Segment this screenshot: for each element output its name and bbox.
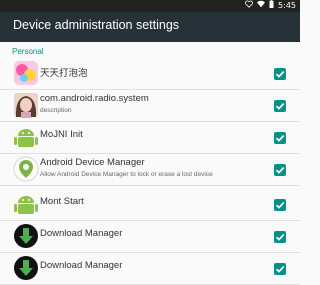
android-icon <box>13 124 39 150</box>
item-title: Download Manager <box>40 228 123 239</box>
girl-avatar-icon <box>13 92 39 118</box>
checkbox[interactable] <box>274 199 286 211</box>
device-manager-icon <box>13 156 39 182</box>
section-header-personal: Personal <box>12 47 44 56</box>
checkbox[interactable] <box>274 164 286 176</box>
check-icon <box>275 266 285 273</box>
check-icon <box>275 202 285 209</box>
checkbox[interactable] <box>274 68 286 80</box>
item-title: MoJNI Init <box>40 129 83 140</box>
list-item[interactable]: Download Manager <box>0 253 300 285</box>
check-icon <box>275 234 285 241</box>
check-icon <box>275 135 285 142</box>
heart-icon <box>245 0 253 12</box>
download-icon <box>13 223 39 249</box>
check-icon <box>275 167 285 174</box>
checkbox[interactable] <box>274 132 286 144</box>
item-title: Mont Start <box>40 196 84 207</box>
wifi-icon <box>257 0 266 12</box>
bubble-game-icon <box>13 60 39 86</box>
page-title: Device administration settings <box>13 18 180 32</box>
item-subtitle: description <box>40 107 72 114</box>
status-icons: 5:45 <box>245 0 296 12</box>
status-time: 5:45 <box>278 1 296 10</box>
list-item[interactable]: Download Manager <box>0 221 300 253</box>
check-icon <box>275 71 285 78</box>
item-title: com.android.radio.system <box>40 93 149 104</box>
check-icon <box>275 103 285 110</box>
checkbox[interactable] <box>274 231 286 243</box>
battery-icon <box>269 0 274 12</box>
list-item[interactable]: 天天打泡泡 <box>0 58 300 90</box>
checkbox[interactable] <box>274 100 286 112</box>
item-title: 天天打泡泡 <box>40 68 88 79</box>
checkbox[interactable] <box>274 263 286 275</box>
list-item[interactable]: MoJNI Init <box>0 122 300 154</box>
app-bar: Device administration settings <box>0 12 300 42</box>
item-title: Android Device Manager <box>40 157 145 168</box>
download-icon <box>13 255 39 281</box>
android-icon <box>13 191 39 217</box>
item-subtitle: Allow Android Device Manager to lock or … <box>40 171 213 178</box>
list-item[interactable]: Mont Start <box>0 189 300 221</box>
list-item[interactable]: com.android.radio.system description <box>0 90 300 122</box>
list-item[interactable]: Android Device Manager Allow Android Devi… <box>0 154 300 186</box>
status-bar: 5:45 <box>0 0 300 12</box>
item-title: Download Manager <box>40 260 123 271</box>
